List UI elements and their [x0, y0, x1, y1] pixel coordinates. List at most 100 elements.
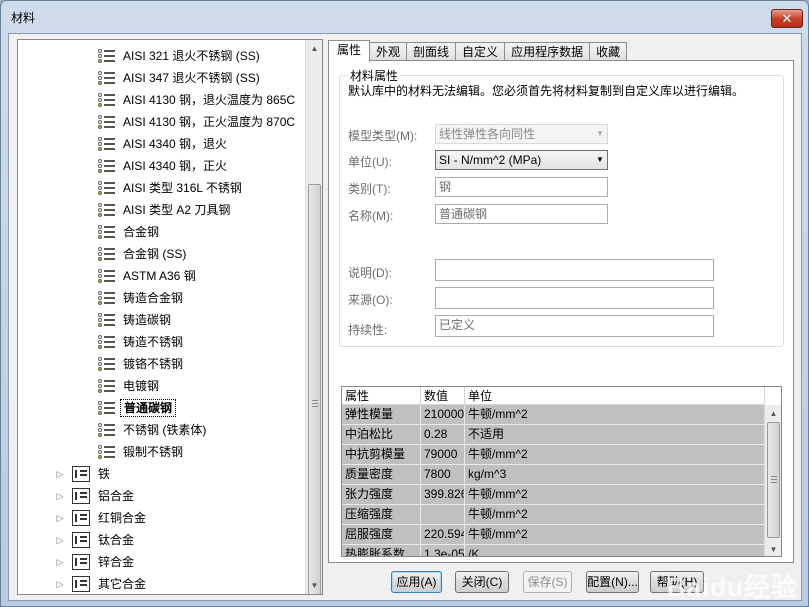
apply-button[interactable]: 应用(A) — [391, 571, 442, 593]
category-tree-label: 其它合金 — [98, 577, 147, 591]
scroll-up-icon[interactable]: ▲ — [306, 40, 322, 57]
source-field — [435, 287, 714, 309]
grid-cell-property: 弹性模量 — [342, 405, 421, 425]
category-tree-item[interactable]: ▷ 锌合金 — [54, 551, 137, 573]
model-type-select: 线性弹性各向同性 ▼ — [435, 124, 608, 144]
material-tree-item[interactable]: ASTM A36 钢 — [98, 265, 199, 287]
expand-arrow-icon[interactable]: ▷ — [54, 551, 66, 573]
scroll-thumb[interactable] — [308, 184, 321, 594]
tab-5[interactable]: 收藏 — [589, 42, 628, 61]
expand-arrow-icon[interactable]: ▷ — [54, 463, 66, 485]
scroll-down-icon[interactable]: ▼ — [306, 577, 322, 594]
material-tree-item[interactable]: 普通碳钢 — [98, 397, 177, 419]
close-button[interactable]: 关闭(C) — [455, 571, 509, 593]
category-tree-label: 钛合金 — [98, 533, 135, 547]
material-icon — [98, 114, 116, 130]
sustainability-label: 持续性: — [348, 323, 388, 337]
material-tree-label: AISI 321 退火不锈钢 (SS) — [123, 49, 260, 63]
grid-row[interactable]: 中抗剪模量 79000 牛顿/mm^2 — [342, 445, 765, 465]
material-tree-item[interactable]: 铸造碳钢 — [98, 309, 174, 331]
material-tree-item[interactable]: AISI 类型 316L 不锈钢 — [98, 177, 245, 199]
grid-scrollbar[interactable]: ▲ ▼ — [764, 405, 781, 556]
grid-cell-value: 220.594 — [421, 525, 465, 545]
grid-cell-property: 热膨胀系数 — [342, 545, 421, 556]
tree-scrollbar[interactable]: ▲ ▼ — [305, 40, 322, 594]
material-tree-label: 不锈钢 (铁素体) — [123, 423, 207, 437]
grid-row[interactable]: 张力强度 399.826 牛顿/mm^2 — [342, 485, 765, 505]
grid-cell-unit: 牛顿/mm^2 — [465, 445, 765, 465]
grid-cell-value: 0.28 — [421, 425, 465, 445]
material-icon — [98, 290, 116, 306]
close-window-button[interactable]: ✕ — [771, 9, 803, 28]
material-icon — [98, 136, 116, 152]
grid-row[interactable]: 屈服强度 220.594 牛顿/mm^2 — [342, 525, 765, 545]
material-tree-label: AISI 4340 钢，正火 — [123, 159, 228, 173]
material-tree-item[interactable]: 合金钢 (SS) — [98, 243, 189, 265]
tab-1[interactable]: 外观 — [369, 42, 408, 61]
units-select[interactable]: SI - N/mm^2 (MPa) ▼ — [435, 150, 608, 170]
material-tree-item[interactable]: 合金钢 — [98, 221, 162, 243]
material-tree-item[interactable]: AISI 4130 钢，正火温度为 870C — [98, 111, 298, 133]
grid-header-unit[interactable]: 单位 — [465, 387, 765, 405]
material-icon — [98, 158, 116, 174]
scroll-down-icon[interactable]: ▼ — [765, 541, 781, 556]
material-tree-item[interactable]: 锻制不锈钢 — [98, 441, 186, 463]
scroll-thumb[interactable] — [767, 422, 780, 538]
name-label: 名称(M): — [348, 209, 394, 223]
category-tree-item[interactable]: ▷ 其它合金 — [54, 573, 149, 594]
grid-header-value[interactable]: 数值 — [421, 387, 465, 405]
material-tree-item[interactable]: AISI 347 退火不锈钢 (SS) — [98, 67, 263, 89]
grid-row[interactable]: 质量密度 7800 kg/m^3 — [342, 465, 765, 485]
properties-tab-page: 材料属性 默认库中的材料无法编辑。您必须首先将材料复制到自定义库以进行编辑。 模… — [328, 60, 794, 563]
chevron-down-icon: ▼ — [596, 155, 604, 164]
category-tree-item[interactable]: ▷ 钛合金 — [54, 529, 137, 551]
tab-0[interactable]: 属性 — [328, 40, 371, 62]
material-tree-item[interactable]: AISI 类型 A2 刀具钢 — [98, 199, 233, 221]
grid-row[interactable]: 中泊松比 0.28 不适用 — [342, 425, 765, 445]
material-tree-item[interactable]: 电镀钢 — [98, 375, 162, 397]
category-tree-label: 铁 — [98, 467, 111, 481]
category-label: 类别(T): — [348, 182, 391, 196]
save-button[interactable]: 保存(S) — [523, 571, 572, 593]
scroll-up-icon[interactable]: ▲ — [765, 405, 781, 422]
category-tree-item[interactable]: ▷ 红铜合金 — [54, 507, 149, 529]
grid-cell-unit: 牛顿/mm^2 — [465, 485, 765, 505]
grid-row[interactable]: 热膨胀系数 1.3e-05/K — [342, 545, 765, 556]
tab-3[interactable]: 自定义 — [455, 42, 506, 61]
grid-cell-value: 7800 — [421, 465, 465, 485]
material-tree-label: 镀铬不锈钢 — [123, 357, 184, 371]
material-tree-label: 铸造合金钢 — [123, 291, 184, 305]
tab-2[interactable]: 剖面线 — [406, 42, 457, 61]
material-tree-label: 电镀钢 — [123, 379, 160, 393]
config-button[interactable]: 配置(N)... — [586, 571, 639, 593]
grid-header-property[interactable]: 属性 — [342, 387, 421, 405]
material-tree-item[interactable]: 镀铬不锈钢 — [98, 353, 186, 375]
grid-cell-unit: kg/m^3 — [465, 465, 765, 485]
expand-arrow-icon[interactable]: ▷ — [54, 507, 66, 529]
grid-row[interactable]: 弹性模量 210000 牛顿/mm^2 — [342, 405, 765, 425]
grid-cell-unit: 牛顿/mm^2 — [465, 405, 765, 425]
material-icon — [98, 202, 116, 218]
material-tree-item[interactable]: AISI 4340 钢，正火 — [98, 155, 230, 177]
material-tree-item[interactable]: 铸造合金钢 — [98, 287, 186, 309]
description-label: 说明(D): — [348, 266, 392, 280]
category-tree-item[interactable]: ▷ 铁 — [54, 463, 113, 485]
expand-arrow-icon[interactable]: ▷ — [54, 573, 66, 594]
chevron-down-icon: ▼ — [596, 129, 604, 138]
grid-cell-unit: 不适用 — [465, 425, 765, 445]
expand-arrow-icon[interactable]: ▷ — [54, 529, 66, 551]
category-field: 钢 — [435, 177, 608, 197]
grid-row[interactable]: 压缩强度 牛顿/mm^2 — [342, 505, 765, 525]
library-folder-icon — [72, 576, 90, 592]
material-tree-label: AISI 347 退火不锈钢 (SS) — [123, 71, 260, 85]
material-tree-item[interactable]: AISI 321 退火不锈钢 (SS) — [98, 45, 263, 67]
grid-cell-property: 质量密度 — [342, 465, 421, 485]
material-tree-item[interactable]: AISI 4130 钢，退火温度为 865C — [98, 89, 298, 111]
material-tree-item[interactable]: 铸造不锈钢 — [98, 331, 186, 353]
material-tree-item[interactable]: AISI 4340 钢，退火 — [98, 133, 230, 155]
expand-arrow-icon[interactable]: ▷ — [54, 485, 66, 507]
tab-4[interactable]: 应用程序数据 — [504, 42, 591, 61]
category-tree-item[interactable]: ▷ 铝合金 — [54, 485, 137, 507]
material-tree-item[interactable]: 不锈钢 (铁素体) — [98, 419, 209, 441]
material-tree-label: AISI 4340 钢，退火 — [123, 137, 228, 151]
